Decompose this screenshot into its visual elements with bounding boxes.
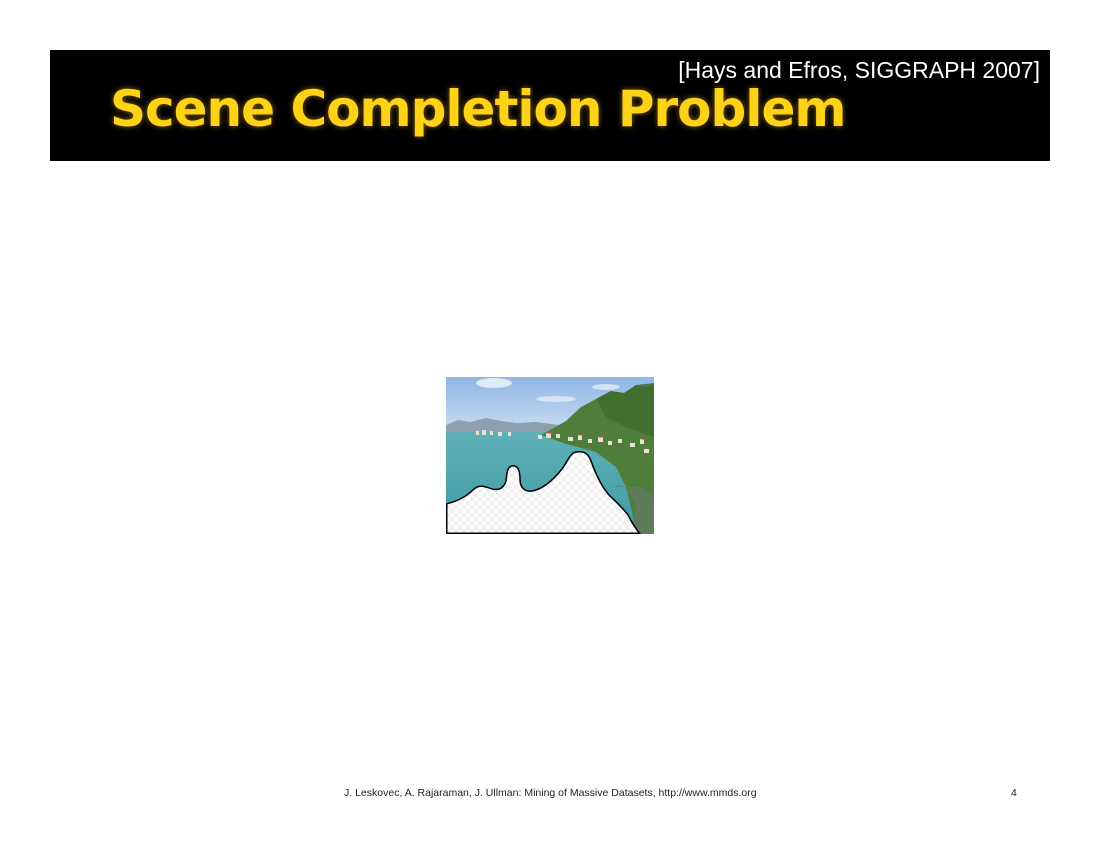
slide-title: Scene Completion Problem bbox=[110, 80, 846, 138]
title-bar: [Hays and Efros, SIGGRAPH 2007] Scene Co… bbox=[50, 50, 1050, 161]
cloud bbox=[476, 378, 512, 388]
slide: [Hays and Efros, SIGGRAPH 2007] Scene Co… bbox=[0, 0, 1100, 850]
scene-photo bbox=[446, 377, 654, 534]
page-number: 4 bbox=[1011, 787, 1017, 799]
footer-citation: J. Leskovec, A. Rajaraman, J. Ullman: Mi… bbox=[344, 787, 757, 799]
cloud bbox=[592, 384, 620, 390]
footer: J. Leskovec, A. Rajaraman, J. Ullman: Mi… bbox=[0, 787, 1100, 801]
cloud bbox=[536, 396, 576, 402]
